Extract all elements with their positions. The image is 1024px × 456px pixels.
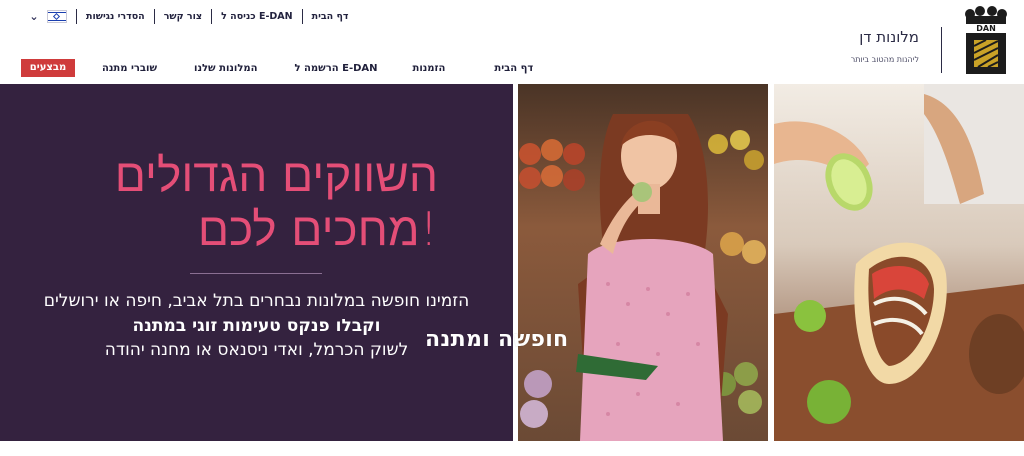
israel-flag-icon[interactable] bbox=[47, 9, 67, 23]
headline-divider bbox=[190, 273, 322, 274]
brand-tagline: ליהנות מהטוב ביותר bbox=[850, 55, 919, 64]
nav-item-gift-vouchers[interactable]: שוברי מתנה bbox=[102, 63, 157, 74]
nav-item-bookings[interactable]: הזמנות bbox=[413, 63, 446, 74]
main-nav: מבצעים שוברי מתנה המלונות שלנו הרשמה ל E… bbox=[21, 59, 533, 77]
headline-line-2: מחכים לכם! bbox=[197, 202, 438, 256]
brand-block[interactable]: מלונות דן ליהנות מהטוב ביותר bbox=[851, 26, 919, 64]
nav-item-our-hotels[interactable]: המלונות שלנו bbox=[194, 63, 257, 74]
chevron-down-icon[interactable]: ⌄ bbox=[26, 10, 42, 23]
home-link[interactable]: דף הבית bbox=[312, 11, 349, 22]
logo-text: DAN bbox=[976, 24, 996, 33]
divider bbox=[211, 8, 213, 24]
hero-banner[interactable]: השווקים הגדולים מחכים לכם! הזמינו חופשה … bbox=[0, 84, 1024, 456]
hero-overlay-title: חופשה ומתנה bbox=[425, 327, 569, 352]
divider bbox=[941, 27, 942, 73]
promo-panel: השווקים הגדולים מחכים לכם! הזמינו חופשה … bbox=[0, 84, 513, 441]
divider bbox=[76, 8, 77, 24]
nav-item-home[interactable]: דף הבית bbox=[494, 63, 533, 74]
contact-link[interactable]: צור קשר bbox=[164, 11, 202, 22]
dan-logo-icon[interactable]: DAN bbox=[960, 6, 1012, 74]
edan-login-link[interactable]: כניסה ל E-DAN bbox=[221, 11, 292, 22]
promo-text-line-1: הזמינו חופשה במלונות נבחרים בתל אביב, חי… bbox=[43, 291, 470, 311]
headline-line-1: השווקים הגדולים bbox=[114, 148, 438, 202]
divider bbox=[301, 8, 303, 24]
nav-item-edan-register[interactable]: הרשמה ל E-DAN bbox=[295, 63, 378, 74]
food-taco-photo bbox=[774, 84, 1024, 441]
deals-button[interactable]: מבצעים bbox=[21, 59, 75, 77]
site-header: ⌄ הסדרי נגישות צור קשר כניסה ל E-DAN דף … bbox=[0, 0, 1024, 84]
utility-bar: ⌄ הסדרי נגישות צור קשר כניסה ל E-DAN דף … bbox=[26, 8, 349, 24]
accessibility-link[interactable]: הסדרי נגישות bbox=[86, 11, 145, 22]
divider bbox=[153, 8, 155, 24]
brand-name: מלונות דן bbox=[859, 28, 919, 46]
market-woman-photo bbox=[518, 84, 768, 441]
